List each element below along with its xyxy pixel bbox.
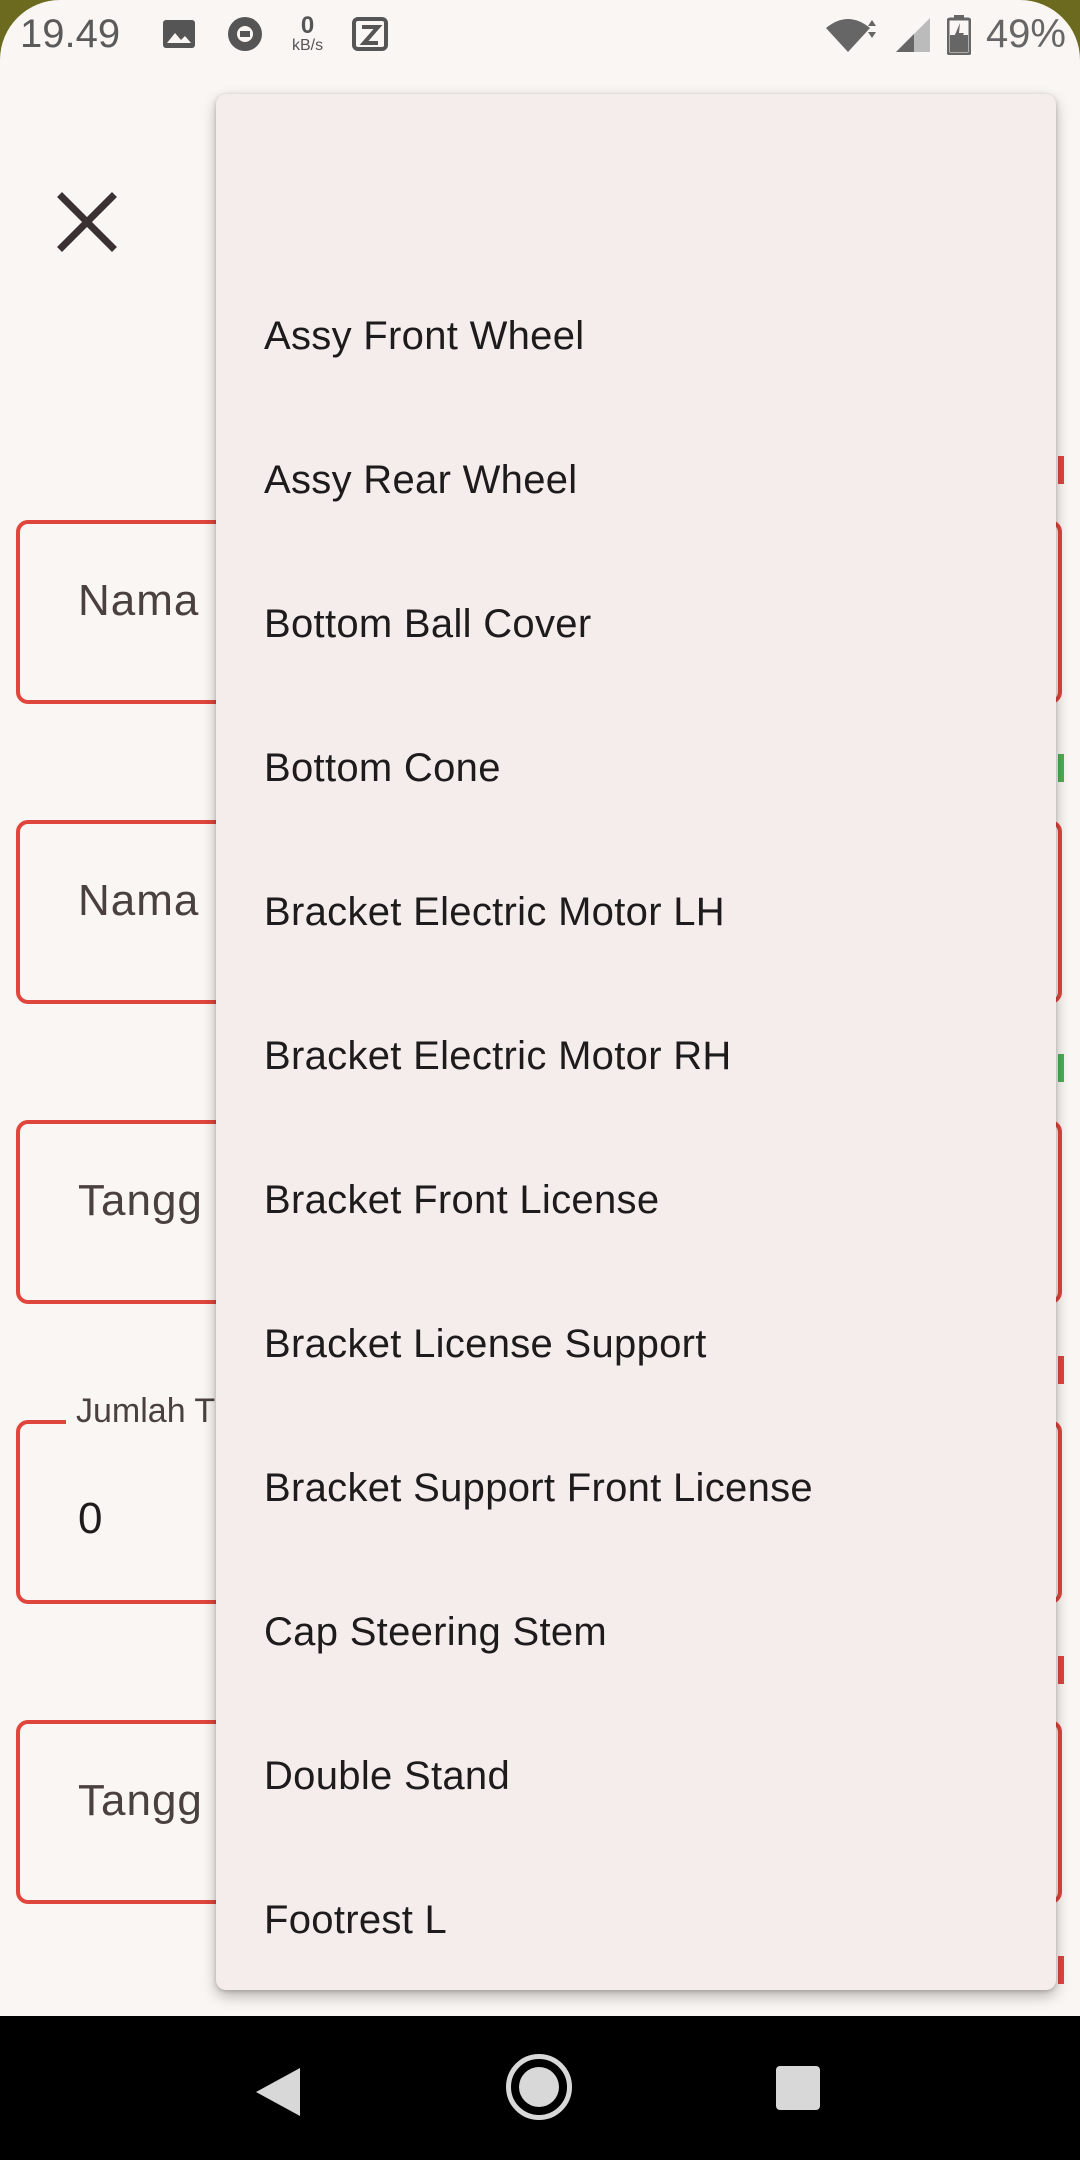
image-icon xyxy=(160,15,198,53)
close-button[interactable] xyxy=(50,185,124,259)
field-label: Tangg xyxy=(78,1776,203,1825)
field-label: Tangg xyxy=(78,1176,203,1225)
netspeed-unit: kB/s xyxy=(292,37,324,54)
dropdown-item[interactable]: Cap Steering Stem xyxy=(216,1560,1056,1704)
dropdown-item[interactable]: Bracket Front License xyxy=(216,1128,1056,1272)
back-icon[interactable] xyxy=(256,2068,300,2116)
status-notification-icons: 0 kB/s xyxy=(160,14,389,54)
status-time: 19.49 xyxy=(20,12,121,56)
signal-icon xyxy=(894,16,932,54)
dropdown-item[interactable]: Bracket Support Front License xyxy=(216,1416,1056,1560)
dropdown-item[interactable]: Bracket Electric Motor RH xyxy=(216,984,1056,1128)
field-label: Nama xyxy=(78,576,200,625)
recents-icon[interactable] xyxy=(776,2066,820,2110)
error-indicator xyxy=(1058,1656,1064,1684)
field-floating-label: Jumlah T xyxy=(66,1392,226,1431)
error-indicator xyxy=(1058,1356,1064,1384)
dropdown-item[interactable]: Footrest L xyxy=(216,1848,1056,1990)
netspeed-value: 0 xyxy=(300,12,315,39)
netspeed-icon: 0 kB/s xyxy=(292,14,323,54)
home-icon[interactable] xyxy=(506,2054,572,2120)
battery-icon xyxy=(946,14,972,55)
dropdown-item[interactable]: Double Stand xyxy=(216,1704,1056,1848)
dropdown-item[interactable]: Bracket License Support xyxy=(216,1272,1056,1416)
dropdown-item[interactable]: Bracket Electric Motor LH xyxy=(216,840,1056,984)
field-label: Nama xyxy=(78,876,200,925)
wifi-icon xyxy=(824,16,880,54)
battery-percent: 49% xyxy=(985,12,1066,56)
close-icon xyxy=(57,192,117,252)
valid-indicator xyxy=(1058,1054,1064,1082)
dropdown-item[interactable]: Bottom Ball Cover xyxy=(216,552,1056,696)
chat-icon xyxy=(226,15,264,53)
dropdown-menu[interactable]: Assy Front Wheel Assy Rear Wheel Bottom … xyxy=(216,94,1056,1990)
field-value: 0 xyxy=(78,1494,103,1543)
dropdown-item[interactable]: Bottom Cone xyxy=(216,696,1056,840)
error-indicator xyxy=(1058,456,1064,484)
valid-indicator xyxy=(1058,754,1064,782)
dropdown-item[interactable]: Assy Front Wheel xyxy=(216,264,1056,408)
navigation-bar xyxy=(0,2016,1080,2160)
error-indicator xyxy=(1058,1956,1064,1984)
dropdown-item[interactable]: Assy Rear Wheel xyxy=(216,408,1056,552)
status-system-icons: 49% xyxy=(824,12,1066,57)
app-icon xyxy=(351,15,389,53)
